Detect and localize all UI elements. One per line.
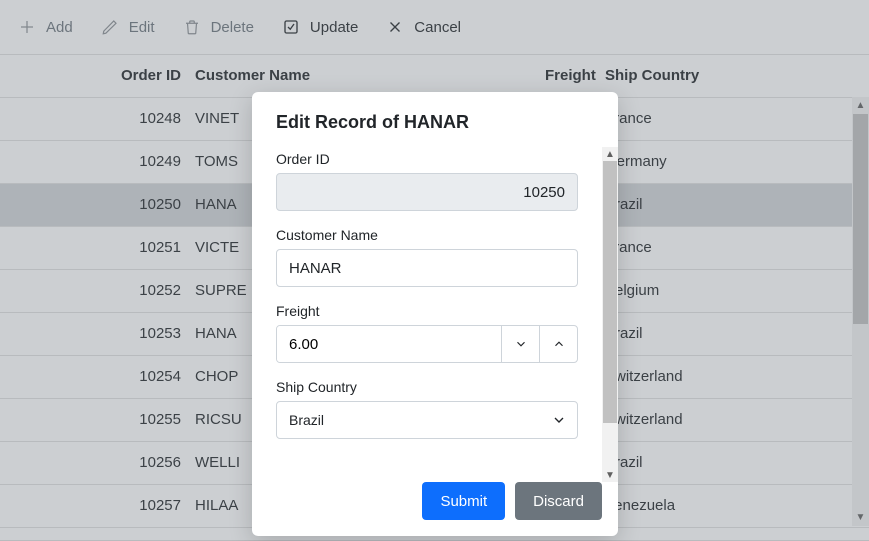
dialog-scroll-thumb[interactable] xyxy=(603,161,617,423)
order-id-input xyxy=(276,173,578,211)
discard-button[interactable]: Discard xyxy=(515,482,602,520)
field-freight: Freight xyxy=(276,303,578,363)
freight-decrement[interactable] xyxy=(501,326,539,362)
freight-label: Freight xyxy=(276,303,578,319)
customer-name-label: Customer Name xyxy=(276,227,578,243)
edit-dialog: Edit Record of HANAR Order ID Customer N… xyxy=(252,92,618,536)
freight-input[interactable] xyxy=(277,326,501,362)
dialog-scroll-down[interactable]: ▼ xyxy=(602,468,618,482)
dialog-footer: Submit Discard xyxy=(252,482,618,536)
ship-country-value: Brazil xyxy=(289,412,324,428)
dialog-title: Edit Record of HANAR xyxy=(252,92,618,147)
customer-name-input[interactable] xyxy=(276,249,578,287)
dialog-scroll-up[interactable]: ▲ xyxy=(602,147,618,161)
dialog-scrollbar[interactable]: ▲ ▼ xyxy=(602,147,618,482)
submit-button[interactable]: Submit xyxy=(422,482,505,520)
chevron-down-icon xyxy=(551,412,567,428)
dialog-form: Order ID Customer Name Freight xyxy=(252,147,602,439)
ship-country-select[interactable]: Brazil xyxy=(276,401,578,439)
order-id-label: Order ID xyxy=(276,151,578,167)
ship-country-label: Ship Country xyxy=(276,379,578,395)
field-ship-country: Ship Country Brazil xyxy=(276,379,578,439)
freight-increment[interactable] xyxy=(539,326,577,362)
field-order-id: Order ID xyxy=(276,151,578,211)
field-customer-name: Customer Name xyxy=(276,227,578,287)
dialog-body: Order ID Customer Name Freight xyxy=(252,147,618,482)
freight-spinner xyxy=(276,325,578,363)
